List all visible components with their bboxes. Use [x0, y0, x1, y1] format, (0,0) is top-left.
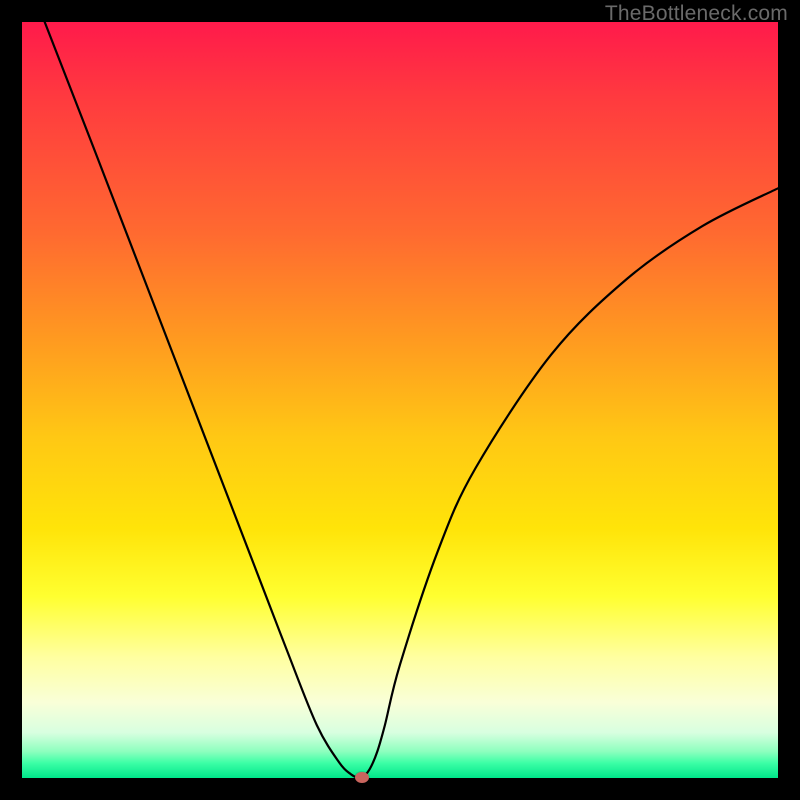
bottleneck-curve [22, 22, 778, 778]
watermark-text: TheBottleneck.com [605, 2, 788, 26]
curve-path [45, 22, 778, 779]
chart-frame: TheBottleneck.com [0, 0, 800, 800]
optimum-marker [355, 772, 369, 783]
